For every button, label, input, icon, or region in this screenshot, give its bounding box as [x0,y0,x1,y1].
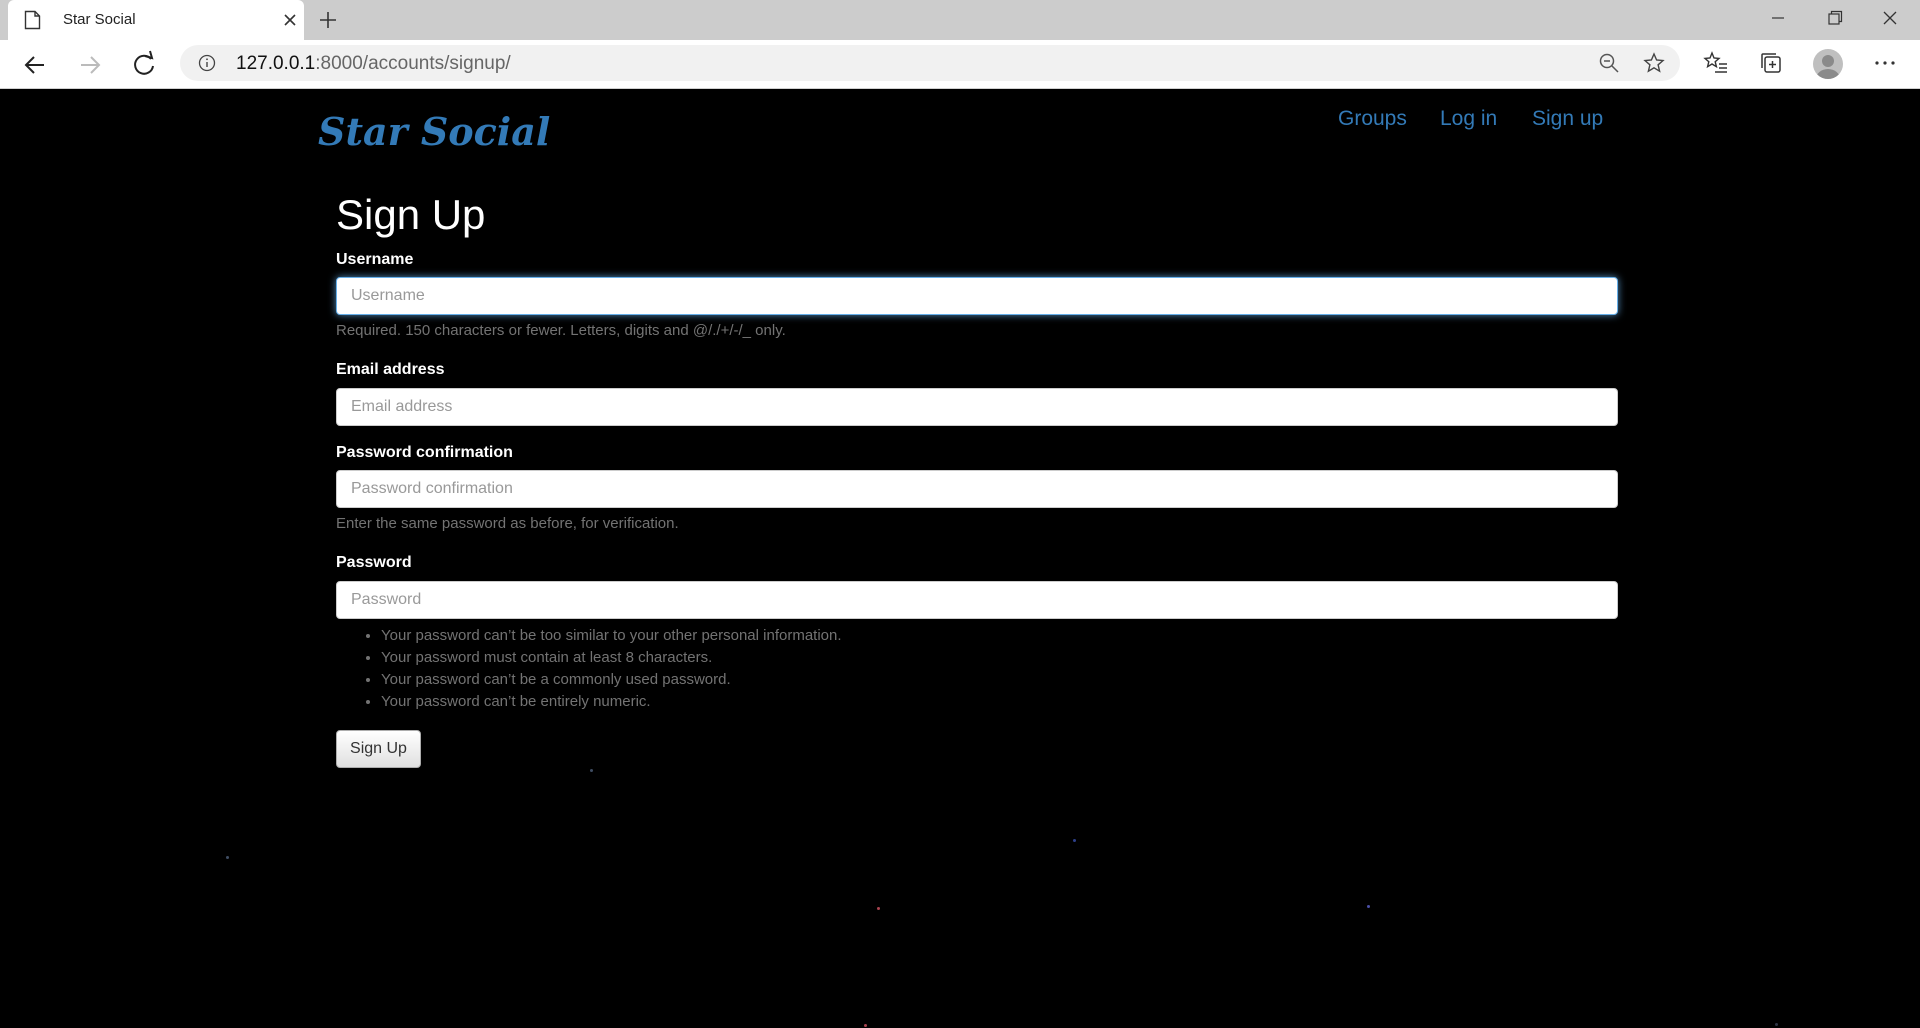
star-speck [1367,905,1370,908]
star-speck [226,856,229,859]
password-label: Password [336,554,412,571]
profile-avatar[interactable] [1813,49,1843,79]
star-speck [590,769,593,772]
more-options-icon[interactable] [1872,50,1898,76]
browser-tab-bar: Star Social [0,0,1920,40]
password-input[interactable] [336,581,1618,619]
username-input[interactable] [336,277,1618,315]
zoom-out-icon[interactable] [1598,52,1620,74]
star-speck [877,907,880,910]
star-speck [1775,1023,1778,1026]
address-bar[interactable]: 127.0.0.1:8000/accounts/signup/ [180,45,1680,81]
password-rules-list: Your password can’t be too similar to yo… [336,625,842,713]
window-close-icon[interactable] [1862,0,1918,40]
collections-icon[interactable] [1758,50,1784,76]
nav-signup-link[interactable]: Sign up [1532,107,1603,131]
star-speck [1073,839,1076,842]
site-brand-logo[interactable]: Star Social [318,109,550,154]
info-icon[interactable] [198,54,216,72]
password-rule-item: Your password must contain at least 8 ch… [381,647,842,669]
browser-toolbar: 127.0.0.1:8000/accounts/signup/ [0,40,1920,89]
favorite-star-icon[interactable] [1643,52,1665,74]
close-tab-icon[interactable] [280,10,300,30]
restore-icon[interactable] [1806,0,1862,40]
minimize-icon[interactable] [1750,0,1806,40]
email-label: Email address [336,361,445,378]
new-tab-icon[interactable] [316,8,340,32]
page-icon [24,10,41,30]
password-confirmation-label: Password confirmation [336,444,513,461]
password-rule-item: Your password can’t be too similar to yo… [381,625,842,647]
forward-icon[interactable] [73,48,107,82]
nav-groups-link[interactable]: Groups [1338,107,1407,131]
url-host: 127.0.0.1 [236,53,316,74]
person-icon [1816,55,1840,79]
url-path: :8000/accounts/signup/ [315,53,511,74]
star-speck [864,1024,867,1027]
email-input[interactable] [336,388,1618,426]
nav-login-link[interactable]: Log in [1440,107,1497,131]
page-content: Star Social Groups Log in Sign up Sign U… [0,89,1920,1028]
password-rule-item: Your password can’t be entirely numeric. [381,691,842,713]
url-text[interactable]: 127.0.0.1:8000/accounts/signup/ [236,53,511,75]
password-confirmation-input[interactable] [336,470,1618,508]
page-title: Sign Up [336,191,486,238]
sign-up-submit-button[interactable]: Sign Up [336,730,421,768]
tab-title: Star Social [63,11,136,28]
refresh-icon[interactable] [127,48,161,82]
back-icon[interactable] [18,48,52,82]
favorites-list-icon[interactable] [1703,50,1729,76]
username-help-text: Required. 150 characters or fewer. Lette… [336,322,786,339]
username-label: Username [336,251,414,268]
browser-tab[interactable]: Star Social [8,0,304,40]
password-confirmation-help-text: Enter the same password as before, for v… [336,515,679,532]
password-rule-item: Your password can’t be a commonly used p… [381,669,842,691]
